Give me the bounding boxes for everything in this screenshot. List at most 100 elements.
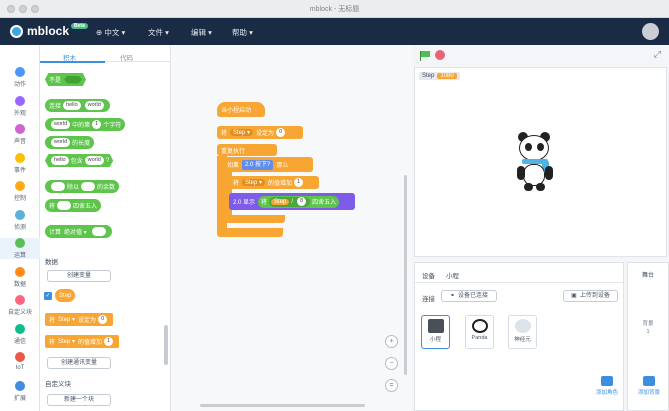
create-variable-button[interactable]: 创建变量 — [47, 270, 111, 282]
create-broadcast-variable-button[interactable]: 创建通讯变量 — [47, 357, 111, 369]
file-menu[interactable]: 文件 ▾ — [148, 27, 169, 38]
change-value-input[interactable]: 1 — [104, 337, 114, 346]
ws-change-variable-block[interactable]: 将 Step ▾ 的值增加 1 — [229, 176, 319, 189]
palette-scrollbar[interactable] — [164, 325, 168, 365]
ws-change-value-input[interactable]: 1 — [294, 178, 304, 187]
stage-canvas[interactable]: Step 1080 — [414, 67, 667, 257]
category-5[interactable]: 侦测 — [0, 209, 40, 231]
set-mid: 设定为 — [78, 318, 97, 324]
make-block-button[interactable]: 新建一个块 — [47, 394, 111, 406]
category-label: 运算 — [13, 253, 26, 259]
round-block[interactable]: 将 四舍五入 — [45, 199, 102, 212]
workspace-v-scrollbar[interactable] — [404, 175, 407, 375]
zoom-in-button[interactable]: + — [385, 335, 398, 348]
show-number-block[interactable]: 2.0 显示将 Step/8 四舍五入 — [229, 193, 355, 210]
zoom-out-button[interactable]: − — [385, 357, 398, 370]
mod-input-b[interactable] — [81, 182, 96, 191]
category-1[interactable]: 外观 — [0, 95, 40, 117]
category-7[interactable]: 数据 — [0, 266, 40, 288]
letter-input-text[interactable]: world — [51, 120, 71, 129]
devices-tab[interactable]: 设备 — [422, 270, 435, 280]
category-label: 控制 — [13, 196, 26, 202]
set-variable-block[interactable]: 将 Step ▾ 设定为 0 — [45, 313, 114, 326]
change-variable-block[interactable]: 将 Step ▾ 的值增加 1 — [45, 335, 120, 348]
category-6[interactable]: 运算 — [0, 238, 40, 259]
sprite-tile-neuron[interactable]: 神经元 — [508, 315, 537, 349]
category-0[interactable]: 动作 — [0, 67, 40, 88]
upload-device-button[interactable]: ▣ 上传到设备 — [563, 290, 618, 302]
math-op-block[interactable]: 计算 绝对值 ▾ — [45, 225, 112, 238]
ws-round-block[interactable]: 将 Step/8 四舍五入 — [258, 195, 340, 208]
workspace-h-scrollbar[interactable] — [200, 404, 365, 407]
menu-bar: mblock Beta ⊕ 中文 ▾ 文件 ▾ 编辑 ▾ 帮助 ▾ — [0, 18, 669, 45]
set-var-dropdown[interactable]: Step ▾ — [58, 316, 75, 323]
category-3[interactable]: 事件 — [0, 152, 40, 174]
change-var-dropdown[interactable]: Step ▾ — [58, 338, 75, 345]
backdrop-label: 背景 — [642, 321, 654, 327]
category-8[interactable]: 自定义块 — [0, 295, 40, 316]
ws-set-var-dropdown[interactable]: Step ▾ — [230, 129, 254, 136]
contains-input-a[interactable]: hello — [51, 156, 69, 165]
contains-block[interactable]: hello 包含 world? — [45, 154, 114, 167]
category-4[interactable]: 控制 — [0, 181, 40, 202]
user-avatar[interactable] — [642, 23, 659, 40]
letter-input-n[interactable]: 1 — [92, 120, 102, 129]
ws-set-mid: 设定为 — [256, 131, 275, 137]
zoom-reset-button[interactable]: = — [385, 379, 398, 392]
add-sprite-button[interactable]: 添加角色 — [591, 376, 623, 396]
category-color-dot — [15, 209, 25, 220]
ws-set-variable-block[interactable]: 将 Step ▾ 设定为 0 — [217, 126, 303, 139]
stop-icon[interactable] — [435, 50, 445, 60]
sprite-label: Panda — [471, 335, 488, 341]
ws-round-suffix: 四舍五入 — [312, 200, 337, 206]
set-value-input[interactable]: 0 — [98, 315, 108, 324]
if-block[interactable]: 如果 2.0 按下? 那么 — [223, 157, 313, 172]
mod-input-a[interactable] — [51, 182, 65, 191]
mod-block[interactable]: 除以 的余数 — [45, 180, 120, 193]
category-9[interactable]: 通信 — [0, 323, 40, 345]
fullscreen-icon[interactable]: ⤢ — [654, 49, 661, 60]
beta-badge: Beta — [71, 23, 88, 29]
category-color-dot — [15, 295, 25, 305]
ws-step-reporter[interactable]: Step — [271, 198, 290, 205]
letter-of-block[interactable]: world 中的第 1 个字符 — [45, 118, 126, 131]
contains-input-b[interactable]: world — [84, 156, 104, 165]
ws-divide-input[interactable]: 8 — [297, 197, 307, 206]
sprites-tab[interactable]: 小程 — [446, 270, 459, 280]
math-input[interactable] — [91, 227, 106, 236]
sprite-tile-device[interactable]: 小程 — [421, 315, 450, 349]
variable-checkbox[interactable]: ✓ — [44, 292, 52, 300]
link-icon: ⚭ — [449, 293, 455, 299]
connect-device-button[interactable]: ⚭ 设备已连接 — [441, 290, 497, 302]
ws-set-value-input[interactable]: 0 — [276, 128, 286, 137]
green-flag-icon[interactable] — [421, 51, 430, 57]
length-block[interactable]: world 的长度 — [45, 136, 95, 149]
category-10[interactable]: IoT — [0, 352, 40, 371]
math-fn-dropdown[interactable]: 绝对值 ▾ — [64, 227, 87, 236]
add-backdrop-button[interactable]: 添加背景 — [632, 376, 666, 396]
if-condition-sensor[interactable]: 2.0 按下? — [242, 159, 274, 170]
stage-panel[interactable]: 舞台 背景 1 添加背景 — [627, 262, 669, 411]
round-input[interactable] — [57, 201, 72, 210]
category-2[interactable]: 声音 — [0, 124, 40, 145]
panda-sprite[interactable] — [514, 130, 562, 196]
script-workspace[interactable]: 当小程启动 将 Step ▾ 设定为 0 重复执行 如果 2.0 按下? 那么 将 Step… — [171, 45, 412, 411]
connect-device-label: 设备已连接 — [458, 293, 489, 299]
ws-change-var-dropdown[interactable]: Step ▾ — [242, 179, 266, 186]
join-input-b[interactable]: world — [84, 101, 104, 110]
ws-divide-block[interactable]: Step/8 — [269, 196, 311, 207]
app-logo[interactable]: mblock Beta — [10, 23, 88, 38]
help-menu[interactable]: 帮助 ▾ — [232, 27, 253, 38]
category-11[interactable]: 扩展 — [0, 380, 40, 402]
language-menu[interactable]: ⊕ 中文 ▾ — [96, 27, 125, 38]
variable-reporter[interactable]: Step — [55, 289, 76, 302]
join-input-a[interactable]: hello — [63, 101, 81, 110]
edit-menu[interactable]: 编辑 ▾ — [191, 27, 212, 38]
forever-block[interactable]: 重复执行 — [217, 144, 277, 156]
when-start-hat-block[interactable]: 当小程启动 — [217, 102, 265, 117]
join-block[interactable]: 连接 hello world — [45, 99, 110, 112]
tab-code[interactable]: 代码 — [120, 52, 133, 62]
not-block[interactable]: 不是 — [45, 73, 87, 86]
sprite-tile-panda[interactable]: Panda — [465, 315, 494, 349]
length-input[interactable]: world — [51, 138, 71, 147]
